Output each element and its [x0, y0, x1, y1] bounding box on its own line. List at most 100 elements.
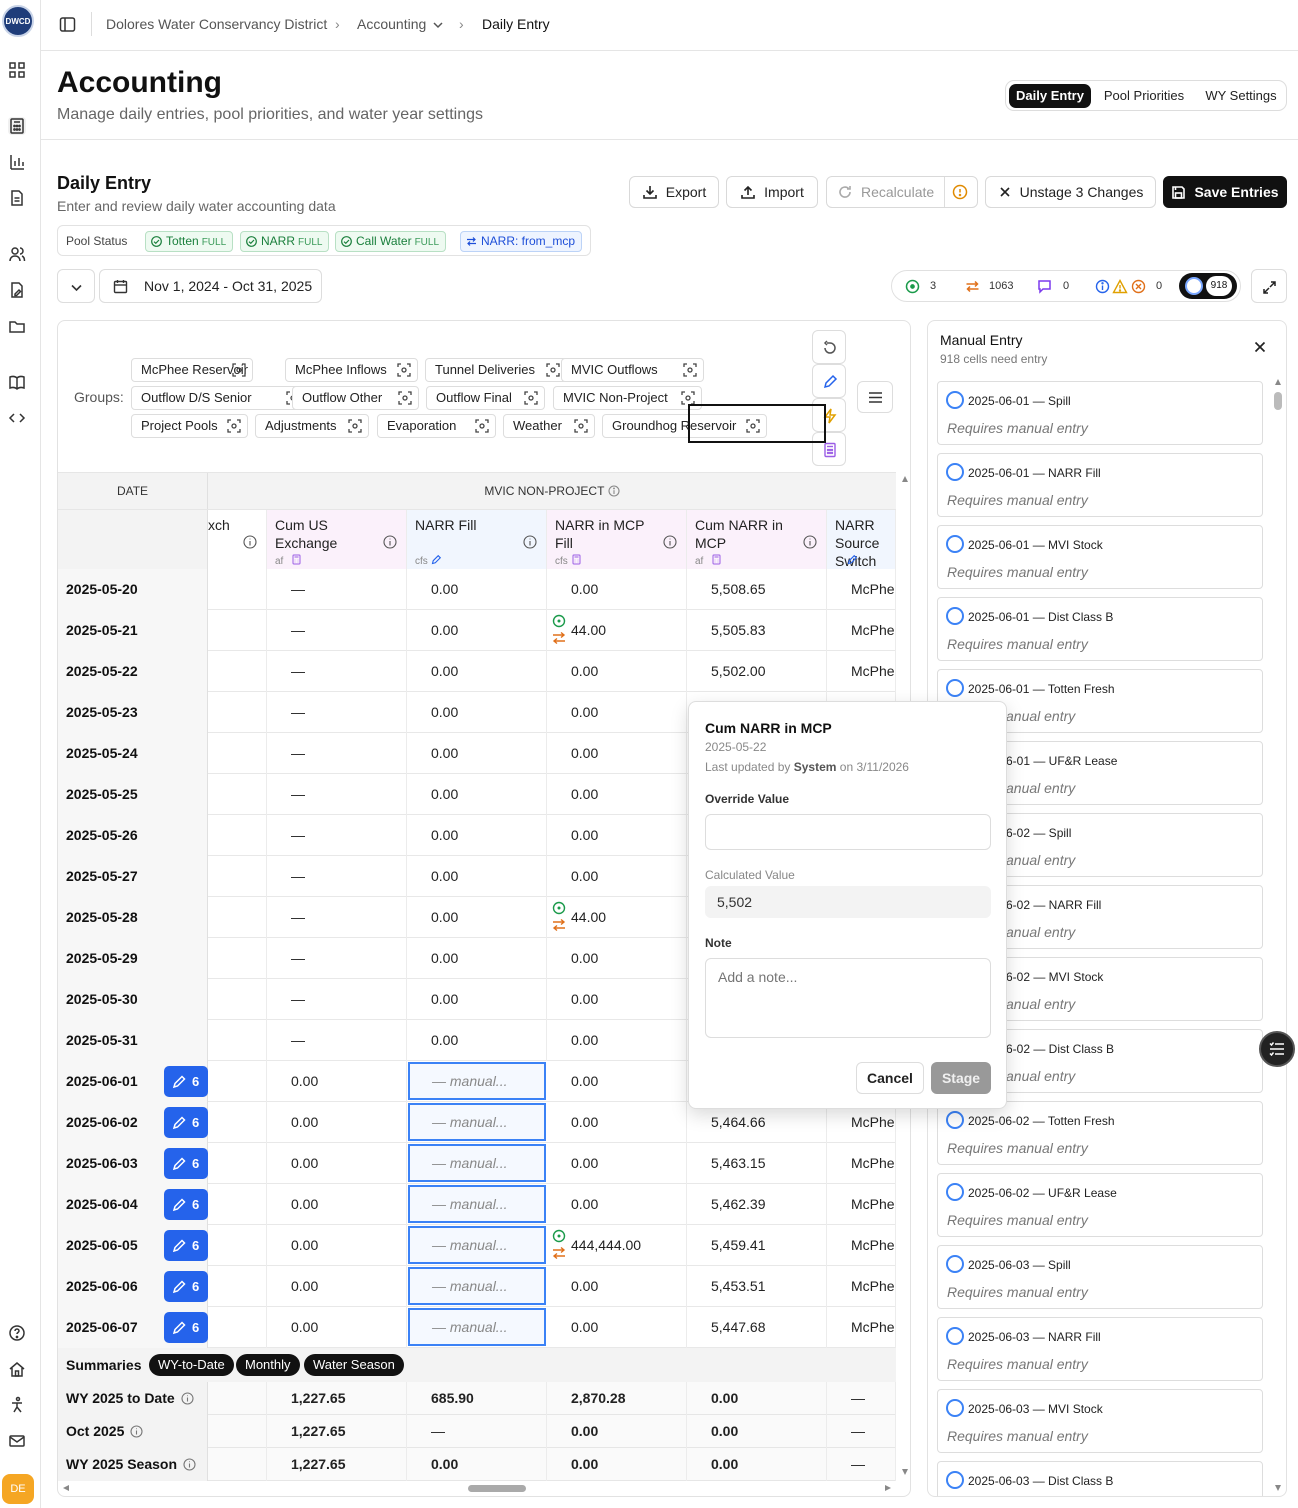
table-cell[interactable]: [208, 733, 267, 774]
table-cell[interactable]: 5,453.51: [687, 1266, 827, 1307]
table-cell[interactable]: 0.00: [267, 1184, 407, 1225]
group-chip[interactable]: Project Pools: [131, 414, 248, 438]
info-icon[interactable]: [523, 535, 537, 549]
table-cell[interactable]: 5,502.00: [687, 651, 827, 692]
info-icon[interactable]: [663, 535, 677, 549]
table-cell[interactable]: [208, 1143, 267, 1184]
table-cell[interactable]: 0.00: [407, 733, 547, 774]
column-header[interactable]: NARR in MCP Fill cfs: [547, 510, 687, 569]
floating-list-button[interactable]: [1259, 1031, 1295, 1067]
table-cell[interactable]: 0.00: [547, 1184, 687, 1225]
group-chip[interactable]: Weather: [503, 414, 595, 438]
column-header[interactable]: NARR Source Switch: [827, 510, 896, 569]
horizontal-scrollbar[interactable]: [58, 1481, 898, 1495]
focus-icon[interactable]: [524, 391, 538, 405]
focus-icon[interactable]: [348, 419, 362, 433]
status-circle-icon[interactable]: [946, 1183, 964, 1201]
info-icon[interactable]: [383, 535, 397, 549]
focus-icon[interactable]: [475, 419, 489, 433]
close-icon[interactable]: [1254, 341, 1266, 353]
table-cell[interactable]: 0.00: [407, 938, 547, 979]
info-icon[interactable]: [181, 1392, 194, 1405]
warning-icon[interactable]: [1112, 279, 1128, 294]
manual-entry-item[interactable]: 2025-06-01 — Spill Requires manual entry: [937, 381, 1263, 445]
expand-button[interactable]: [1251, 269, 1287, 303]
manual-panel-scrollbar[interactable]: [1272, 376, 1284, 1496]
comment-icon[interactable]: [1037, 279, 1052, 294]
table-cell[interactable]: 0.00: [267, 1061, 407, 1102]
summary-chip-wy-to-date[interactable]: WY-to-Date: [149, 1354, 234, 1376]
table-cell[interactable]: 0.00: [407, 692, 547, 733]
table-cell[interactable]: [208, 569, 267, 610]
table-cell[interactable]: —: [267, 815, 407, 856]
file-edit-icon[interactable]: [8, 281, 26, 299]
table-cell[interactable]: McPhee: [827, 610, 896, 651]
info-icon[interactable]: [183, 1458, 196, 1471]
manual-entry-item[interactable]: 2025-06-01 — MVI Stock Requires manual en…: [937, 525, 1263, 589]
manual-entry-item[interactable]: 2025-06-02 — UF&R Lease Requires manual e…: [937, 1173, 1263, 1237]
table-cell[interactable]: 5,508.65: [687, 569, 827, 610]
table-cell[interactable]: 0.00: [547, 1143, 687, 1184]
group-chip[interactable]: McPhee Reservoir: [131, 358, 253, 382]
row-edit-badge[interactable]: 6: [164, 1066, 208, 1097]
table-cell[interactable]: —: [267, 651, 407, 692]
manual-entry-cell[interactable]: — manual...: [408, 1267, 546, 1305]
status-circle-icon[interactable]: [946, 1255, 964, 1273]
table-cell[interactable]: [208, 1102, 267, 1143]
table-cell[interactable]: 44.00: [547, 610, 687, 651]
table-cell[interactable]: 0.00: [407, 651, 547, 692]
status-circle-icon[interactable]: [946, 1111, 964, 1129]
table-cell[interactable]: McPhee: [827, 1184, 896, 1225]
manual-entry-cell[interactable]: — manual...: [408, 1062, 546, 1100]
export-button[interactable]: Export: [629, 176, 719, 208]
manual-entry-item[interactable]: 2025-06-03 — NARR Fill Requires manual en…: [937, 1317, 1263, 1381]
table-cell[interactable]: 0.00: [267, 1225, 407, 1266]
table-cell[interactable]: 0.00: [407, 856, 547, 897]
help-icon[interactable]: [8, 1324, 26, 1342]
table-cell[interactable]: 0.00: [547, 1307, 687, 1348]
group-chip[interactable]: Tunnel Deliveries: [425, 358, 567, 382]
row-edit-badge[interactable]: 6: [164, 1230, 208, 1261]
manual-entry-cell[interactable]: — manual...: [408, 1308, 546, 1346]
table-cell[interactable]: —: [267, 938, 407, 979]
sidebar-toggle-icon[interactable]: [59, 16, 76, 33]
table-cell[interactable]: 0.00: [407, 569, 547, 610]
table-cell[interactable]: —: [267, 979, 407, 1020]
table-cell[interactable]: 44.00: [547, 897, 687, 938]
table-cell[interactable]: —: [267, 774, 407, 815]
table-cell[interactable]: 5,463.15: [687, 1143, 827, 1184]
tab-pool-priorities[interactable]: Pool Priorities: [1094, 84, 1194, 108]
table-cell[interactable]: 0.00: [547, 815, 687, 856]
manual-entry-cell[interactable]: — manual...: [408, 1103, 546, 1141]
table-cell[interactable]: McPhee: [827, 569, 896, 610]
table-cell[interactable]: 0.00: [267, 1102, 407, 1143]
table-cell[interactable]: [208, 1020, 267, 1061]
summary-chip-monthly[interactable]: Monthly: [236, 1354, 300, 1376]
info-icon[interactable]: [803, 535, 817, 549]
swap-arrows-icon[interactable]: [965, 279, 980, 294]
import-button[interactable]: Import: [726, 176, 818, 208]
accessibility-icon[interactable]: [8, 1396, 26, 1414]
table-cell[interactable]: 0.00: [267, 1266, 407, 1307]
table-cell[interactable]: McPhee: [827, 1143, 896, 1184]
column-header[interactable]: NARR Fill cfs: [407, 510, 547, 569]
table-cell[interactable]: 0.00: [407, 815, 547, 856]
table-cell[interactable]: [208, 938, 267, 979]
status-circle-icon[interactable]: [946, 1327, 964, 1345]
table-cell[interactable]: 0.00: [547, 774, 687, 815]
table-cell[interactable]: —: [267, 1020, 407, 1061]
group-chip[interactable]: Outflow Other: [292, 386, 419, 410]
row-edit-badge[interactable]: 6: [164, 1312, 208, 1343]
manual-entry-item[interactable]: 2025-06-01 — Dist Class B Requires manual…: [937, 597, 1263, 661]
org-logo[interactable]: DWCD: [2, 5, 34, 37]
group-chip[interactable]: Evaporation: [377, 414, 496, 438]
table-cell[interactable]: McPhee: [827, 1307, 896, 1348]
table-cell[interactable]: 0.00: [547, 692, 687, 733]
table-cell[interactable]: —: [267, 733, 407, 774]
target-check-icon[interactable]: [905, 279, 920, 294]
group-chip[interactable]: Outflow Final: [426, 386, 545, 410]
column-menu-button[interactable]: [857, 381, 893, 413]
table-cell[interactable]: 0.00: [547, 938, 687, 979]
table-cell[interactable]: 0.00: [547, 856, 687, 897]
status-circle-icon[interactable]: [946, 1399, 964, 1417]
